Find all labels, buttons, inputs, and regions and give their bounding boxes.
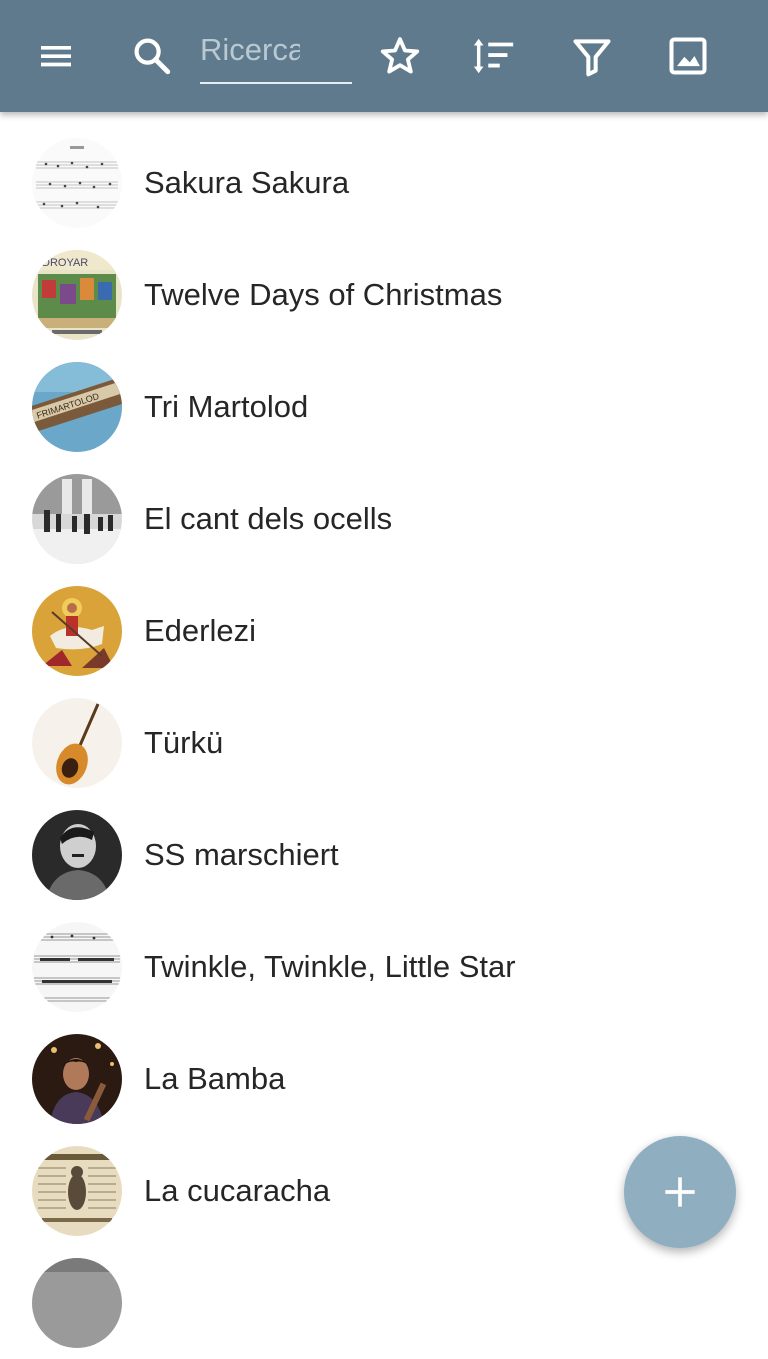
filter-button[interactable]	[560, 24, 624, 88]
song-row[interactable]: Sakura Sakura	[0, 127, 768, 239]
sort-button[interactable]	[462, 24, 526, 88]
song-row[interactable]: El cant dels ocells	[0, 463, 768, 575]
star-outline-icon	[380, 37, 420, 74]
plus-icon	[665, 1177, 695, 1207]
app-toolbar	[0, 0, 768, 112]
favorites-button[interactable]	[368, 24, 432, 88]
song-title: SS marschiert	[144, 837, 339, 872]
sort-icon	[473, 38, 514, 74]
song-title: La cucaracha	[144, 1173, 331, 1208]
song-row[interactable]: La Bamba	[0, 1023, 768, 1135]
song-title: Ederlezi	[144, 613, 256, 648]
song-title: Sakura Sakura	[144, 165, 350, 200]
search-field	[200, 24, 352, 84]
illustrated-thumbnail: DROYAR	[32, 250, 122, 340]
menu-button[interactable]	[24, 24, 88, 88]
song-title: La Bamba	[144, 1061, 286, 1096]
filter-icon	[573, 39, 611, 77]
add-song-button[interactable]	[624, 1136, 736, 1248]
song-title: Twinkle, Twinkle, Little Star	[144, 949, 516, 984]
menu-icon	[41, 46, 71, 67]
image-button[interactable]	[656, 24, 720, 88]
search-input[interactable]	[200, 24, 300, 76]
song-title: Türkü	[144, 725, 224, 760]
song-title: Tri Martolod	[144, 389, 309, 424]
photo-thumbnail: FRIMARTOLOD	[32, 362, 122, 452]
song-row[interactable]	[0, 1247, 768, 1359]
song-row[interactable]: Twinkle, Twinkle, Little Star	[0, 911, 768, 1023]
song-row[interactable]: DROYAR Twelve Days of Christmas	[0, 239, 768, 351]
song-row[interactable]: Türkü	[0, 687, 768, 799]
photo-thumbnail	[32, 1258, 122, 1348]
sheet-music-thumbnail	[32, 922, 122, 1012]
search-button[interactable]	[120, 24, 184, 88]
search-icon	[134, 38, 171, 75]
photo-thumbnail	[32, 1034, 122, 1124]
song-title: Twelve Days of Christmas	[144, 277, 503, 312]
photo-thumbnail	[32, 474, 122, 564]
song-title: El cant dels ocells	[144, 501, 393, 536]
svg-text:DROYAR: DROYAR	[42, 257, 88, 269]
song-row[interactable]: SS marschiert	[0, 799, 768, 911]
song-row[interactable]: FRIMARTOLOD Tri Martolod	[0, 351, 768, 463]
song-row[interactable]: Ederlezi	[0, 575, 768, 687]
image-icon	[669, 37, 707, 75]
sheet-music-thumbnail	[32, 138, 122, 228]
portrait-thumbnail	[32, 810, 122, 900]
icon-painting-thumbnail	[32, 586, 122, 676]
poster-thumbnail	[32, 1146, 122, 1236]
instrument-thumbnail	[32, 698, 122, 788]
